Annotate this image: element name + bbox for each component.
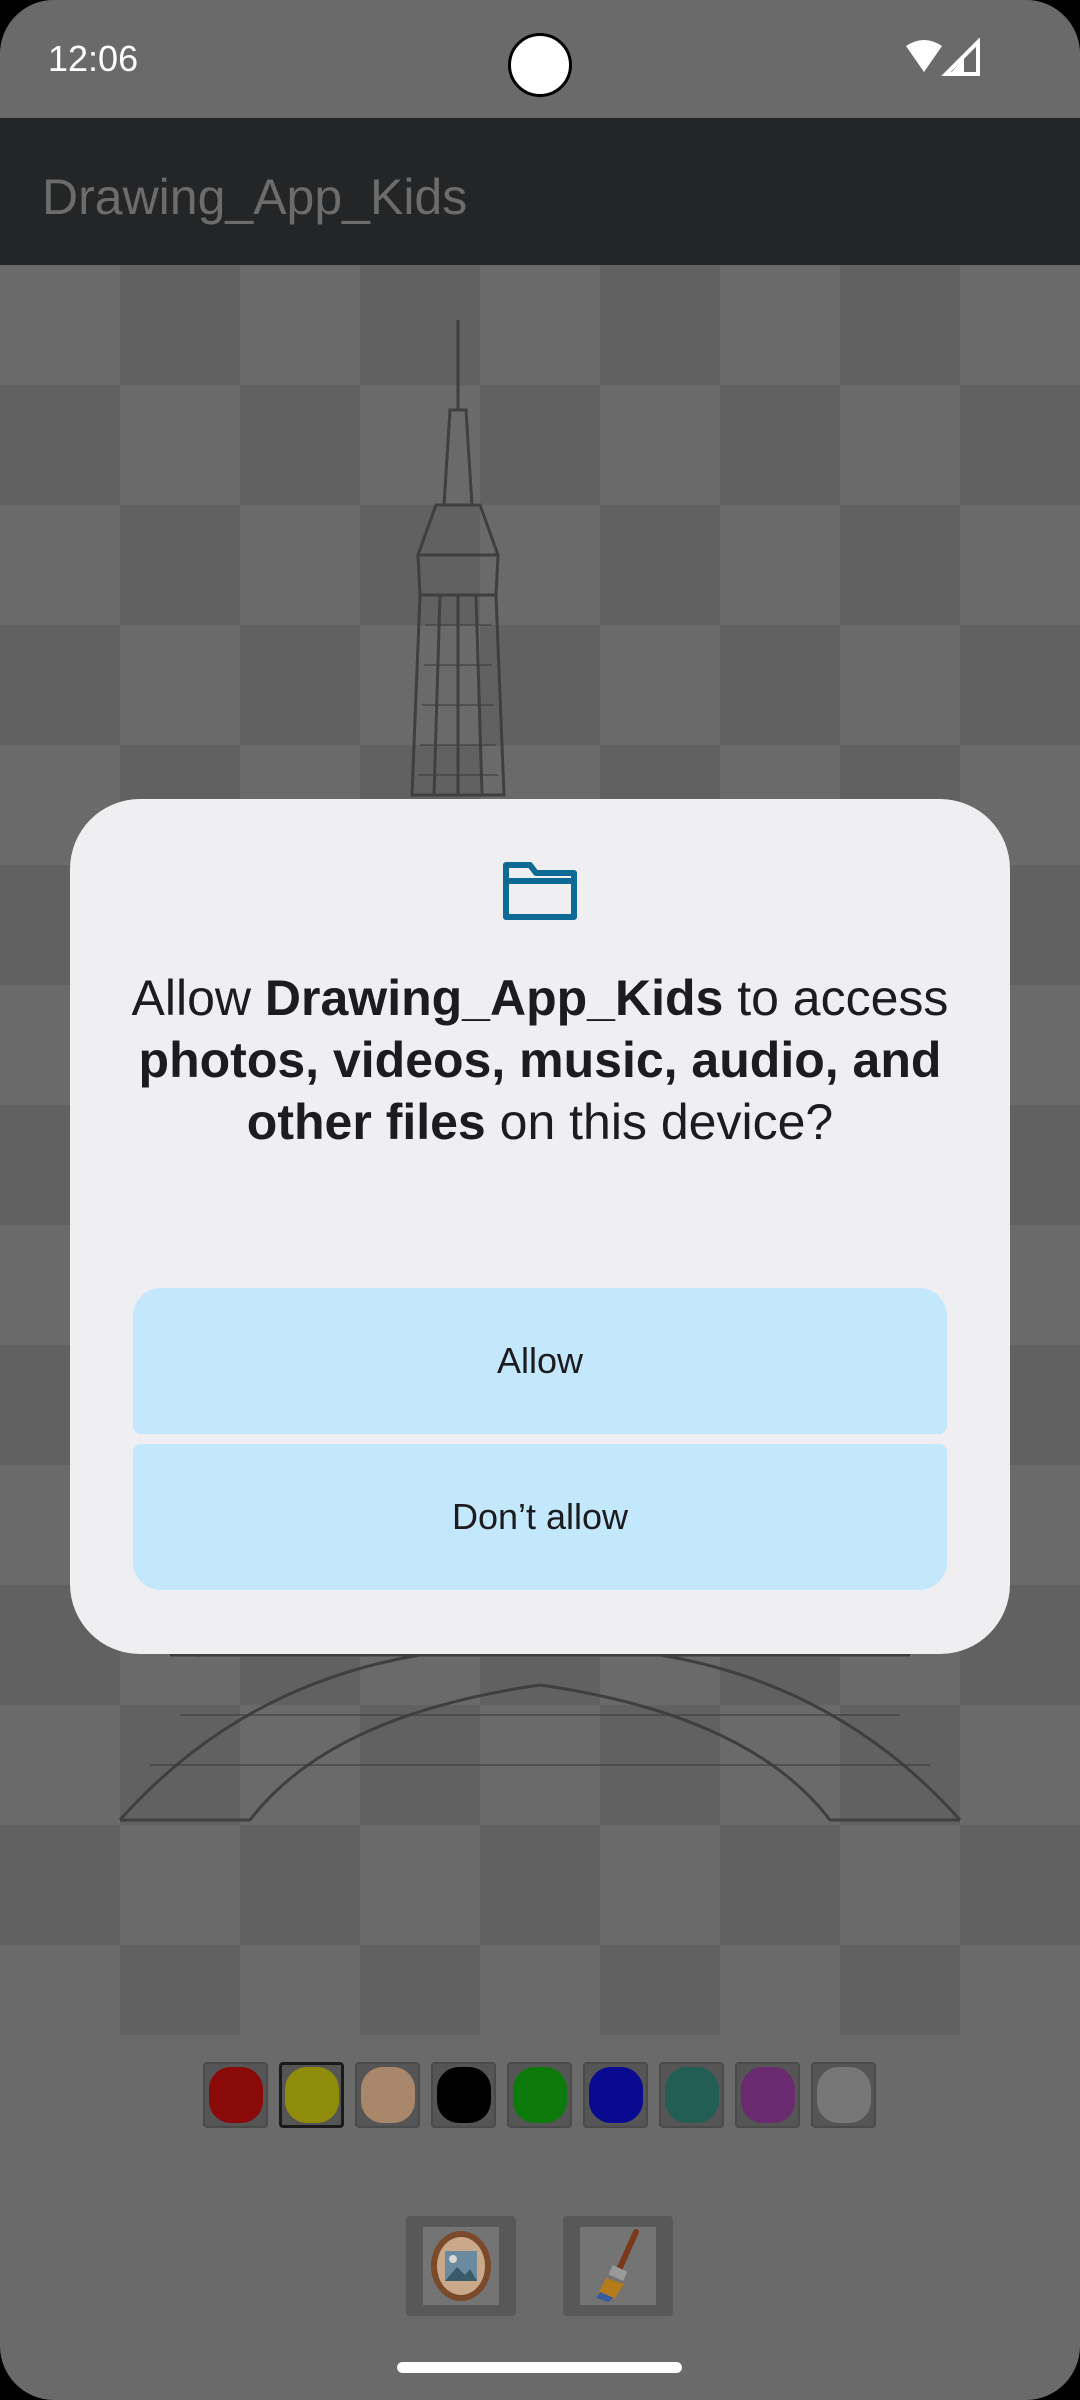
color-swatch-black[interactable] [431, 2062, 496, 2128]
dialog-text-part: Allow [131, 970, 265, 1026]
phone-screen: 12:06 Drawing_App_Kids Allow Drawing_App… [0, 0, 1080, 2400]
allow-button[interactable]: Allow [133, 1288, 947, 1434]
color-swatch-purple[interactable] [735, 2062, 800, 2128]
color-swatch-blue[interactable] [583, 2062, 648, 2128]
status-bar: 12:06 [0, 0, 1080, 118]
color-swatch-red[interactable] [203, 2062, 268, 2128]
color-swatch-skin[interactable] [355, 2062, 420, 2128]
dialog-text-part: on this device? [485, 1094, 834, 1150]
dont-allow-button[interactable]: Don’t allow [133, 1444, 947, 1590]
color-swatch-white[interactable] [811, 2062, 876, 2128]
dialog-text-part: to access [723, 970, 949, 1026]
color-palette [203, 2062, 876, 2130]
brush-button[interactable] [563, 2216, 673, 2316]
status-time: 12:06 [48, 38, 139, 79]
folder-icon [503, 862, 577, 920]
app-bar: Drawing_App_Kids [0, 118, 1080, 265]
image-picker-icon [431, 2231, 491, 2301]
app-title: Drawing_App_Kids [42, 169, 468, 225]
permission-dialog: Allow Drawing_App_Kids to access photos,… [70, 799, 1010, 1654]
dialog-message: Allow Drawing_App_Kids to access photos,… [130, 967, 950, 1153]
dialog-app-name: Drawing_App_Kids [264, 970, 724, 1026]
color-swatch-teal[interactable] [659, 2062, 724, 2128]
color-swatch-yellow[interactable] [279, 2062, 344, 2128]
color-swatch-green[interactable] [507, 2062, 572, 2128]
wifi-icon [906, 40, 942, 72]
brush-icon [596, 2229, 639, 2302]
image-picker-button[interactable] [406, 2216, 516, 2316]
home-indicator[interactable] [397, 2362, 682, 2373]
camera-cutout [508, 33, 572, 97]
status-icons [906, 38, 980, 76]
